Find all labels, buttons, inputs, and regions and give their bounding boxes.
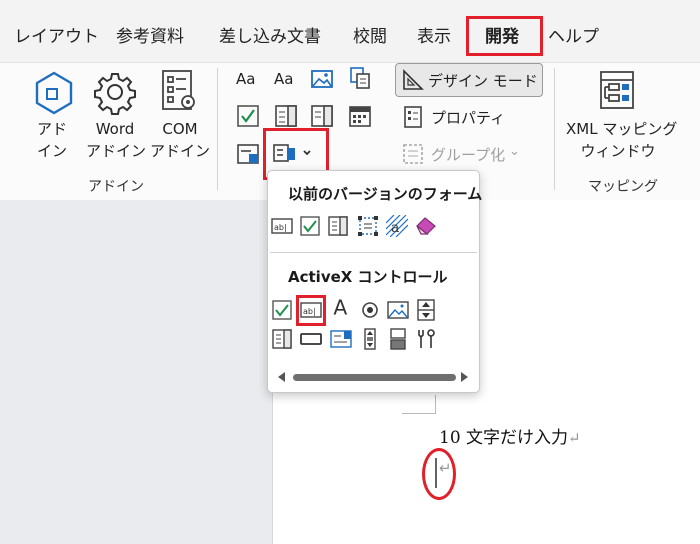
activex-option-button-icon[interactable] [359, 299, 381, 321]
horizontal-scrollbar-thumb[interactable] [293, 374, 456, 381]
scroll-right-arrow[interactable] [461, 372, 468, 382]
hexagon-addin-icon[interactable] [30, 70, 78, 116]
properties-icon[interactable] [401, 105, 425, 129]
date-picker-content-control-icon[interactable] [348, 104, 372, 128]
activex-controls-header: ActiveX コントロール [288, 268, 448, 286]
xml-mapping-icon[interactable] [597, 68, 637, 112]
insert-frame-icon[interactable] [357, 215, 379, 237]
word-addins-button-label[interactable]: Word アドイン [86, 118, 146, 162]
gear-icon[interactable] [92, 69, 138, 115]
legacy-text-field-icon[interactable]: ab| [271, 215, 293, 237]
checkbox-content-control-icon[interactable] [236, 104, 260, 128]
svg-text:a: a [391, 220, 399, 236]
scroll-left-arrow[interactable] [278, 372, 285, 382]
xml-mapping-label[interactable]: XML マッピング ウィンドウ [566, 118, 677, 162]
activex-list-box-icon[interactable] [271, 328, 293, 350]
tab-references[interactable]: 参考資料 [116, 22, 184, 47]
tab-mailings[interactable]: 差し込み文書 [219, 22, 321, 47]
cursor-highlight-ellipse [422, 448, 456, 500]
activex-command-button-icon[interactable] [300, 328, 322, 350]
more-controls-tools-icon[interactable] [415, 328, 437, 350]
group-divider [554, 68, 555, 190]
tab-help[interactable]: ヘルプ [548, 22, 599, 47]
activex-toggle-button-icon[interactable] [387, 328, 409, 350]
svg-text:A: A [333, 296, 347, 318]
group-label[interactable]: グループ化 [431, 144, 505, 165]
combo-box-content-control-icon[interactable] [274, 104, 298, 128]
plain-text-content-control-icon[interactable]: Aa [274, 70, 293, 88]
com-addin-icon[interactable] [160, 68, 198, 114]
com-addins-button-label[interactable]: COM アドイン [150, 118, 210, 162]
building-block-gallery-icon[interactable] [348, 66, 372, 90]
addins-group-label: アドイン [88, 179, 144, 195]
repeating-section-content-control-icon[interactable] [236, 142, 260, 166]
tab-review[interactable]: 校閲 [353, 22, 387, 47]
legacy-dropdown-field-icon[interactable] [327, 215, 349, 237]
activex-scroll-bar-icon[interactable] [359, 328, 381, 350]
picture-content-control-icon[interactable] [310, 67, 334, 91]
group-divider [217, 68, 218, 190]
document-text-line[interactable]: 10 文字だけ入力↵ [439, 423, 581, 448]
legacy-checkbox-icon[interactable] [299, 215, 321, 237]
activex-checkbox-icon[interactable] [271, 299, 293, 321]
drop-down-list-content-control-icon[interactable] [310, 104, 334, 128]
form-field-shading-icon[interactable]: a [386, 215, 408, 237]
tab-view[interactable]: 表示 [417, 22, 451, 47]
activex-image-icon[interactable] [387, 299, 409, 321]
rich-text-content-control-icon[interactable]: Aa [236, 70, 255, 88]
activex-combo-box-icon[interactable] [330, 328, 352, 350]
text-box-highlight [296, 295, 326, 326]
design-mode-button[interactable]: デザイン モード [395, 63, 543, 97]
developer-tab-highlight [466, 16, 543, 56]
svg-text:ab|: ab| [274, 223, 287, 232]
tab-layout[interactable]: レイアウト [14, 22, 99, 47]
properties-label[interactable]: プロパティ [431, 107, 505, 128]
reset-form-fields-eraser-icon[interactable] [415, 215, 437, 237]
chevron-down-icon: ⌄ [509, 144, 520, 159]
activex-label-icon[interactable]: A [330, 296, 352, 322]
addins-button-label[interactable]: アド イン [26, 118, 78, 162]
mapping-group-label: マッピング [588, 179, 658, 195]
panel-divider [270, 252, 477, 253]
design-mode-label: デザイン モード [428, 72, 538, 90]
legacy-forms-header: 以前のバージョンのフォーム [288, 185, 483, 203]
activex-spin-button-icon[interactable] [415, 299, 437, 321]
group-icon[interactable] [401, 142, 425, 166]
margin-corner-mark [435, 395, 436, 414]
margin-corner-mark [402, 413, 435, 414]
